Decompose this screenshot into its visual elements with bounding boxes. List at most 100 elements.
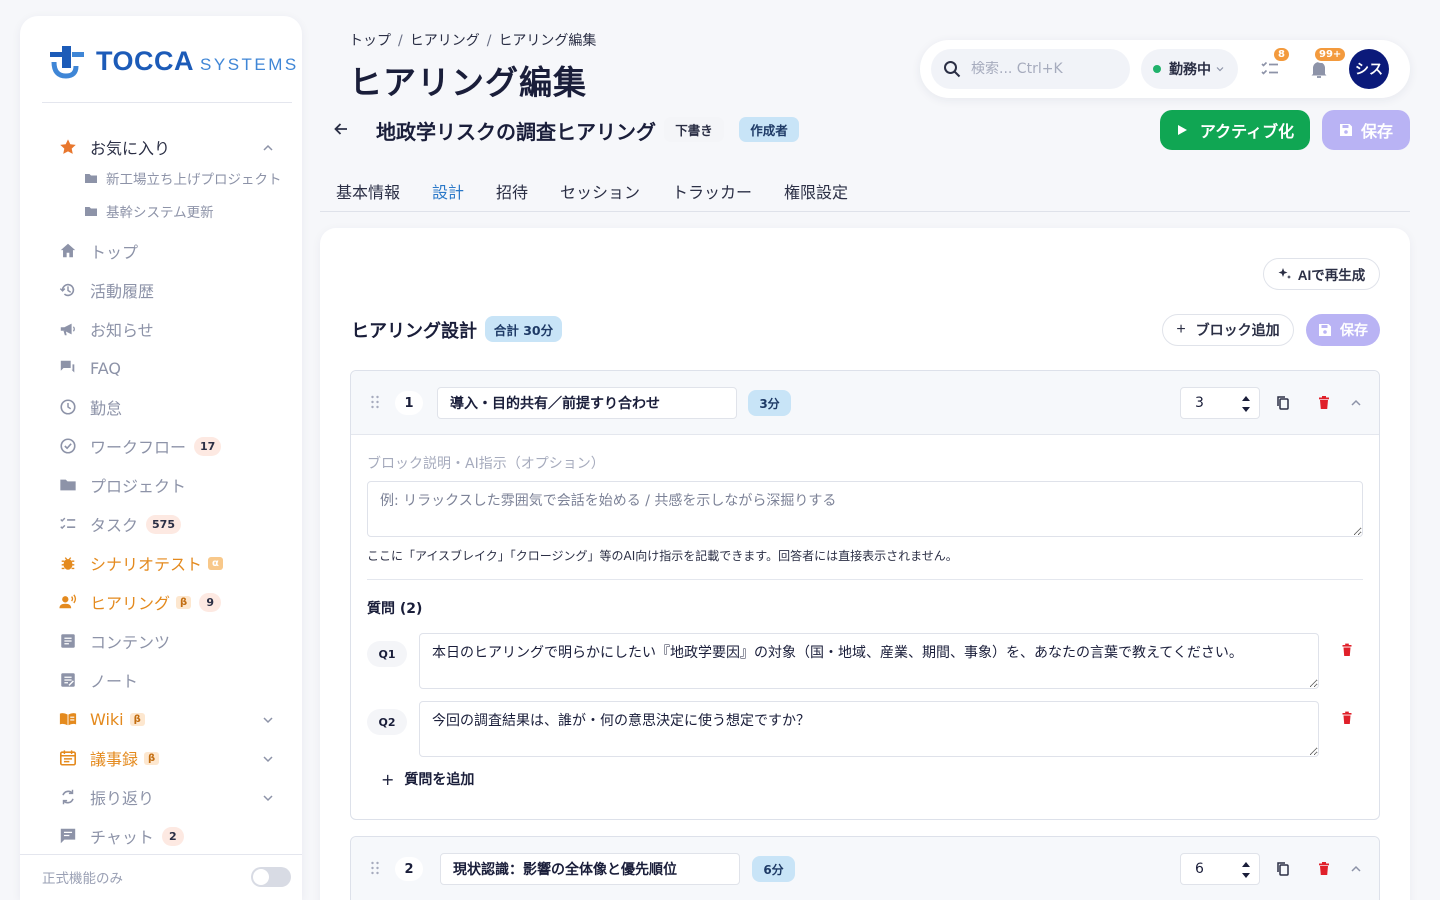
sidebar-divider [42, 102, 292, 103]
sidebar-item-retrospective[interactable]: 振り返り [58, 784, 154, 810]
tocca-logo-icon [48, 42, 86, 80]
hearing-block: 2 6分 6 [350, 836, 1380, 900]
ai-regenerate-label: AIで再生成 [1297, 268, 1366, 283]
sync-icon [58, 787, 78, 807]
stepper-up-icon[interactable] [1241, 860, 1251, 868]
sidebar-item-faq[interactable]: FAQ [58, 355, 121, 381]
hearing-block: 1 3分 3 ブロック説明・AI指示（オプション） ここに「アイスブレイク」「ク… [350, 370, 1380, 820]
user-avatar[interactable]: シス [1349, 49, 1389, 89]
trash-icon[interactable] [1341, 643, 1353, 657]
chat-icon [58, 826, 78, 846]
sidebar-favorite-1[interactable]: 基幹システム更新 [84, 200, 214, 222]
block-number: 2 [395, 857, 423, 881]
folder-icon [58, 475, 78, 495]
sidebar-item-scenario-test[interactable]: シナリオテスト α [58, 550, 223, 576]
task-badge: 8 [1272, 46, 1291, 63]
tab-tracker[interactable]: トラッカー [672, 179, 752, 203]
article-icon [58, 631, 78, 651]
chevron-down-icon[interactable] [262, 753, 274, 765]
breadcrumb-current: ヒアリング編集 [498, 33, 597, 49]
question-input[interactable]: 本日のヒアリングで明らかにしたい『地政学要因』の対象（国・地域、産業、期間、事象… [419, 633, 1319, 689]
save-button[interactable]: 保存 [1322, 110, 1410, 150]
trash-icon[interactable] [1317, 395, 1331, 411]
block-description-input[interactable] [367, 481, 1363, 537]
question-input[interactable]: 今回の調査結果は、誰が・何の意思決定に使う想定ですか？ [419, 701, 1319, 757]
chevron-down-icon[interactable] [262, 714, 274, 726]
stepper-down-icon[interactable] [1241, 872, 1251, 880]
sidebar-item-label: プロジェクト [90, 477, 187, 496]
favorite-label: 基幹システム更新 [106, 205, 214, 221]
design-save-button[interactable]: 保存 [1306, 314, 1380, 346]
add-block-button[interactable]: + ブロック追加 [1162, 314, 1294, 346]
add-question-button[interactable]: + 質問を追加 [381, 769, 474, 789]
sidebar-item-minutes[interactable]: 議事録 β [58, 745, 160, 771]
chat-count-badge: 2 [161, 826, 184, 846]
chevron-up-icon[interactable] [262, 142, 274, 154]
minutes-value: 3 [1195, 395, 1204, 411]
sidebar-item-project[interactable]: プロジェクト [58, 472, 186, 498]
sidebar-item-note[interactable]: ノート [58, 667, 138, 693]
stepper-up-icon[interactable] [1241, 394, 1251, 402]
search-box[interactable] [931, 49, 1130, 89]
sidebar-item-top[interactable]: トップ [58, 238, 138, 264]
search-input[interactable] [971, 61, 1121, 77]
alpha-tag: α [208, 556, 223, 570]
tab-basic-info[interactable]: 基本情報 [336, 179, 400, 203]
sidebar-item-hearing[interactable]: ヒアリング β 9 [58, 589, 222, 615]
drag-handle-icon[interactable] [370, 861, 380, 875]
design-save-label: 保存 [1340, 322, 1368, 338]
trash-icon[interactable] [1341, 711, 1353, 725]
minutes-value: 6 [1195, 861, 1204, 877]
trash-icon[interactable] [1317, 861, 1331, 877]
sidebar-item-contents[interactable]: コンテンツ [58, 628, 170, 654]
save-label: 保存 [1360, 124, 1393, 141]
folder-icon [85, 207, 97, 216]
official-only-toggle[interactable] [251, 867, 291, 887]
tab-invite[interactable]: 招待 [496, 179, 528, 203]
brand-logo[interactable]: TOCCA SYSTEMS [48, 42, 299, 80]
block-title-input[interactable] [437, 387, 737, 419]
drag-handle-icon[interactable] [370, 395, 380, 409]
sidebar-item-activity[interactable]: 活動履歴 [58, 277, 154, 303]
folder-icon [85, 174, 97, 183]
sidebar-item-wiki[interactable]: Wiki β [58, 706, 145, 732]
chevron-down-icon [1216, 67, 1224, 72]
copy-icon[interactable] [1276, 861, 1290, 877]
tab-permissions[interactable]: 権限設定 [784, 179, 848, 203]
block-title-input[interactable] [440, 853, 740, 885]
sidebar-item-favorites[interactable]: お気に入り [58, 134, 170, 160]
sidebar-item-news[interactable]: お知らせ [58, 316, 154, 342]
sidebar-item-label: お知らせ [90, 321, 154, 340]
plus-icon: + [381, 769, 395, 789]
copy-icon[interactable] [1276, 395, 1290, 411]
minutes-stepper[interactable]: 3 [1180, 387, 1260, 419]
sidebar-item-label: 議事録 [90, 750, 139, 769]
block-duration-chip: 3分 [748, 390, 791, 416]
activate-button[interactable]: アクティブ化 [1160, 110, 1310, 150]
sidebar-item-workflow[interactable]: ワークフロー 17 [58, 433, 222, 459]
sidebar-item-label: 活動履歴 [90, 282, 155, 301]
megaphone-icon [58, 319, 78, 339]
work-status-dropdown[interactable]: 勤務中 [1141, 49, 1238, 89]
official-only-label: 正式機能のみ [42, 871, 123, 887]
sidebar-item-chat[interactable]: チャット 2 [58, 823, 184, 849]
sidebar-item-label: トップ [90, 243, 139, 262]
breadcrumb-hearing[interactable]: ヒアリング [410, 33, 480, 49]
sidebar-item-label: ノート [90, 672, 139, 691]
question-label: Q1 [367, 641, 407, 667]
chevron-up-icon[interactable] [1349, 395, 1363, 411]
breadcrumb-top[interactable]: トップ [349, 33, 391, 49]
chevron-up-icon[interactable] [1349, 861, 1363, 877]
sidebar-item-attendance[interactable]: 勤怠 [58, 394, 122, 420]
minutes-stepper[interactable]: 6 [1180, 853, 1260, 885]
tab-session[interactable]: セッション [560, 179, 640, 203]
ai-regenerate-button[interactable]: AIで再生成 [1263, 258, 1380, 290]
stepper-down-icon[interactable] [1241, 406, 1251, 414]
block-header: 1 3分 3 [351, 371, 1379, 435]
sidebar-item-task[interactable]: タスク 575 [58, 511, 181, 537]
chevron-down-icon[interactable] [262, 792, 274, 804]
tab-design[interactable]: 設計 [432, 179, 464, 203]
add-question-label: 質問を追加 [404, 772, 475, 788]
back-arrow-icon[interactable] [332, 120, 350, 138]
sidebar-favorite-0[interactable]: 新工場立ち上げプロジェクト [84, 167, 282, 189]
